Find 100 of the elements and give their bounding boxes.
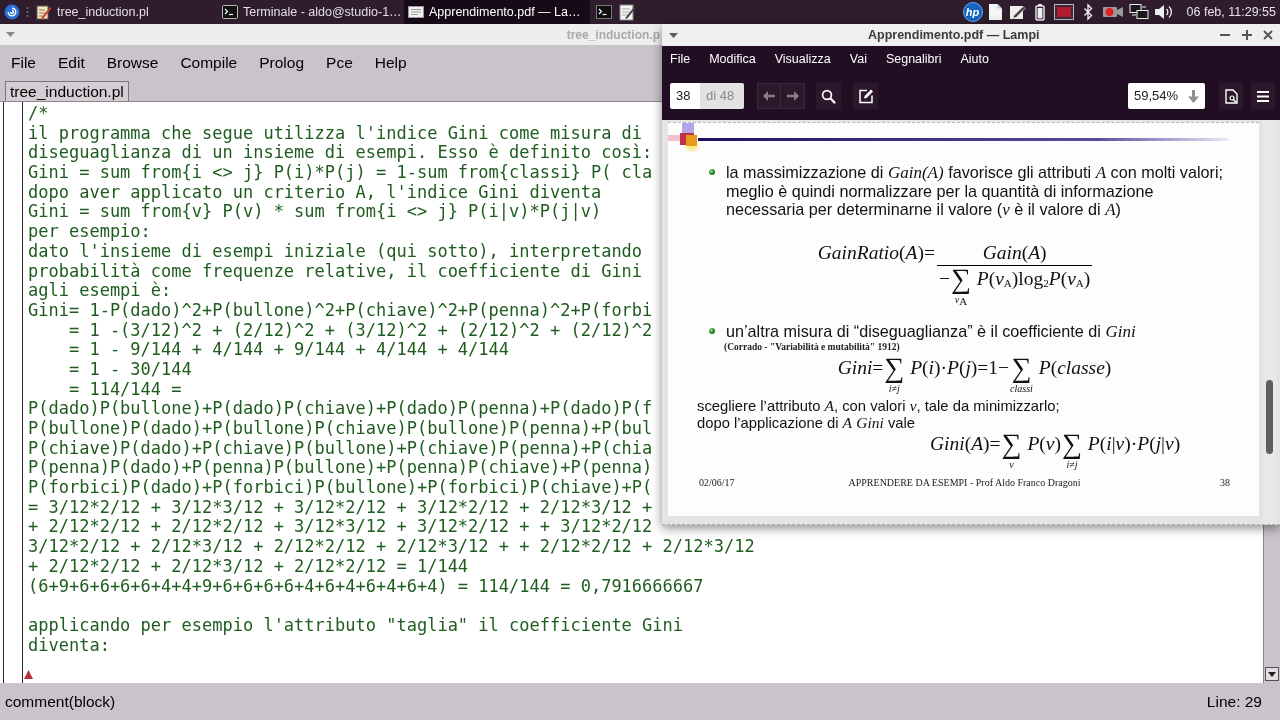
footer-date: 02/06/17 xyxy=(699,476,735,490)
status-text: comment(block) xyxy=(5,691,116,712)
forward-button[interactable] xyxy=(781,83,805,109)
clock[interactable]: 06 feb, 11:29:55 xyxy=(1186,2,1276,22)
note-edit-icon[interactable] xyxy=(1008,3,1027,21)
code-line: = 1 - 9/144 + 4/144 + 9/144 + 4/144 + 4/144 xyxy=(67,340,510,360)
citation-text: (Corrado - "Variabilità e mutabilità" 1912) xyxy=(724,341,900,353)
pencil-square-icon xyxy=(857,88,874,104)
menu-item[interactable]: Aiuto xyxy=(958,49,991,69)
page-number-field[interactable]: 38 xyxy=(670,83,700,109)
math-formula: Gini=∑ i≠j P(i)·P(j)=1−∑ classi P(classe) xyxy=(837,356,1112,394)
video-camera-icon[interactable] xyxy=(1102,5,1123,19)
code-line: dato l'insieme di esempi iniziale (qui sotto), interpretando xyxy=(28,241,643,262)
close-icon xyxy=(1263,30,1273,40)
code-line: diventa: xyxy=(28,635,110,656)
search-button[interactable] xyxy=(816,83,841,109)
code-line: P(dado)P(bullone)+P(dado)P(chiave)+P(dado)P(penna)+P(dado)P(f xyxy=(28,399,653,419)
code-line: Gini = sum from{i <> j} P(i)*P(j) = 1-sum from{classi} P( cla xyxy=(28,163,653,183)
left-arrow-icon xyxy=(763,91,775,101)
spiral-logo-icon[interactable] xyxy=(4,4,20,20)
code-line: Gini= 1-P(dado)^2+P(bullone)^2+P(chiave)^2+P(penna)^2+P(forbi xyxy=(28,300,653,321)
menu-item[interactable]: Visualizza xyxy=(772,49,833,69)
volume-icon[interactable] xyxy=(1153,4,1173,20)
code-line: dopo aver applicato un criterio A, l'indice Gini diventa xyxy=(28,182,602,203)
menu-item[interactable]: File xyxy=(668,49,693,69)
logo-badge[interactable]: hp xyxy=(962,2,983,22)
page-view-button[interactable] xyxy=(1219,83,1243,109)
menu-item[interactable]: Segnalibri xyxy=(883,49,944,69)
file-tab[interactable]: tree_induction.pl xyxy=(5,81,129,101)
document-icon xyxy=(408,4,424,20)
dropdown-arrow-icon[interactable] xyxy=(6,32,15,37)
code-line: 3/12*2/12 + 2/12*3/12 + 2/12*2/12 + 2/12*3/12 + + 2/12*2/12 + 2/12*3/12 xyxy=(28,537,755,557)
code-line: P(bullone)P(dado)+P(bullone)P(chiave)P(bullone)P(penna)+P(bul xyxy=(28,419,653,439)
bullet-icon xyxy=(709,327,715,334)
code-line: (6+9+6+6+6+6+4+4+9+6+6+6+6+4+6+4+6+4+6+4) = 114/144 = 0,7916666667 xyxy=(28,576,704,597)
math-formula: Gini(A)=∑ v P(v)∑ i≠j P(i|v)·P(j|v) xyxy=(930,432,1181,470)
menu-item[interactable]: Vai xyxy=(847,49,869,69)
zoom-field[interactable]: 59,54% xyxy=(1128,83,1205,109)
maximize-button[interactable] xyxy=(1240,28,1254,42)
notepad-pencil-icon[interactable] xyxy=(619,3,636,21)
battery-icon[interactable] xyxy=(1034,3,1045,21)
terminal-icon xyxy=(222,4,238,20)
code-line: P(forbici)P(dado)+P(forbici)P(bullone)+P(forbici)P(chiave)+P( xyxy=(28,478,653,498)
code-line: = 1 - 30/144 xyxy=(67,359,192,380)
back-button[interactable] xyxy=(757,83,781,109)
triangle-marker-icon xyxy=(24,670,33,680)
code-line: P(penna)P(dado)+P(penna)P(bullone)+P(penna)P(chiave)+P(penna) xyxy=(28,458,653,479)
window-title: Apprendimento.pdf — Lampi xyxy=(868,26,1040,44)
code-line: + 2/12*2/12 + 2/12*3/12 + 2/12*2/12 = 1/144 xyxy=(28,556,469,577)
terminal-icon[interactable] xyxy=(596,5,612,19)
scroll-down-button[interactable] xyxy=(1265,667,1279,681)
page-count: di 48 xyxy=(700,83,744,109)
minimize-icon xyxy=(1220,34,1230,36)
menu-item[interactable]: File xyxy=(0,49,47,76)
menu-item[interactable]: Prolog xyxy=(248,49,316,76)
document-icon[interactable] xyxy=(987,3,1003,21)
code-line: per esempio: xyxy=(28,222,151,242)
bluetooth-icon[interactable] xyxy=(1082,3,1093,21)
grip-icon xyxy=(26,6,29,18)
bullet-icon xyxy=(709,169,715,175)
menu-button[interactable] xyxy=(1251,83,1275,109)
screen-icon[interactable] xyxy=(1053,4,1074,20)
code-line: agli esempi è: xyxy=(28,281,172,301)
code-line: /* xyxy=(28,104,49,124)
code-line: + 2/12*2/12 + 2/12*2/12 + 3/12*3/12 + 3/12*2/12 + + 3/12*2/12 xyxy=(28,517,653,538)
menu-item[interactable]: Pce xyxy=(315,49,364,76)
code-line: = 3/12*2/12 + 3/12*3/12 + 3/12*2/12 + 3/12*2/12 + 2/12*3/12 + xyxy=(28,497,653,518)
window-title: tree_induction.p xyxy=(566,26,660,44)
menu-item[interactable]: Browse xyxy=(95,49,170,76)
page-number: 38 xyxy=(1220,476,1230,490)
annotate-button[interactable] xyxy=(853,83,878,109)
down-arrow-icon xyxy=(1268,671,1276,677)
menu-item[interactable]: Help xyxy=(363,49,418,76)
menu-icon xyxy=(1257,90,1269,102)
code-line: = 1 -(3/12)^2 + (2/12)^2 + (3/12)^2 + (2/12)^2 + (2/12)^2 xyxy=(67,320,653,341)
menu-item[interactable]: Compile xyxy=(169,49,249,76)
search-icon xyxy=(821,88,836,104)
close-button[interactable] xyxy=(1261,28,1275,42)
code-line: il programma che segue utilizza l'indice Gini come misura di xyxy=(28,123,643,143)
taskbar-button[interactable]: Apprendimento.pdf — La… xyxy=(404,0,590,24)
slide-text: un’altra misura di “diseguaglianza” è il coefficiente di Gini xyxy=(726,321,1136,340)
right-arrow-icon xyxy=(786,91,799,101)
dropdown-arrow-icon[interactable] xyxy=(669,32,678,38)
page-magnifier-icon xyxy=(1224,88,1238,104)
slide-text: scegliere l’attributo A, con valori v, tale da minimizzarlo; dopo l’applicazione di A Gini vale xyxy=(697,398,1060,432)
code-line: = 114/144 = xyxy=(67,379,182,400)
code-line: P(chiave)P(dado)+P(chiave)P(bullone)+P(chiave)P(penna)+P(chia xyxy=(28,438,653,459)
code-line: Gini = sum from{v} P(v) * sum from{i <> j} P(i|v)*P(j|v) xyxy=(28,202,602,223)
slide-text: la massimizzazione di Gain(A) favorisce gli attributi A con molti valori; meglio è quindi normalizzare per la quantità di informazione necessaria per determinarne il valore (v è il valore di A) xyxy=(726,163,1224,219)
line-indicator: Line: 29 xyxy=(1206,691,1262,712)
footer-title: APPRENDERE DA ESEMPI - Prof Aldo Franco Dragoni xyxy=(848,476,1081,490)
code-line: probabilità come frequenze relative, il coefficiente di Gini xyxy=(28,261,643,281)
plus-icon xyxy=(1242,30,1252,40)
code-line: diseguaglianza di un insieme di esempi. Esso è definito così: xyxy=(28,143,653,164)
scrollbar-thumb[interactable] xyxy=(1266,380,1273,454)
menu-item[interactable]: Edit xyxy=(47,49,96,76)
network-icon[interactable] xyxy=(1128,3,1149,21)
notepad-pencil-icon xyxy=(36,4,52,20)
menu-item[interactable]: Modifica xyxy=(707,49,758,69)
down-arrow-icon xyxy=(1188,89,1199,103)
